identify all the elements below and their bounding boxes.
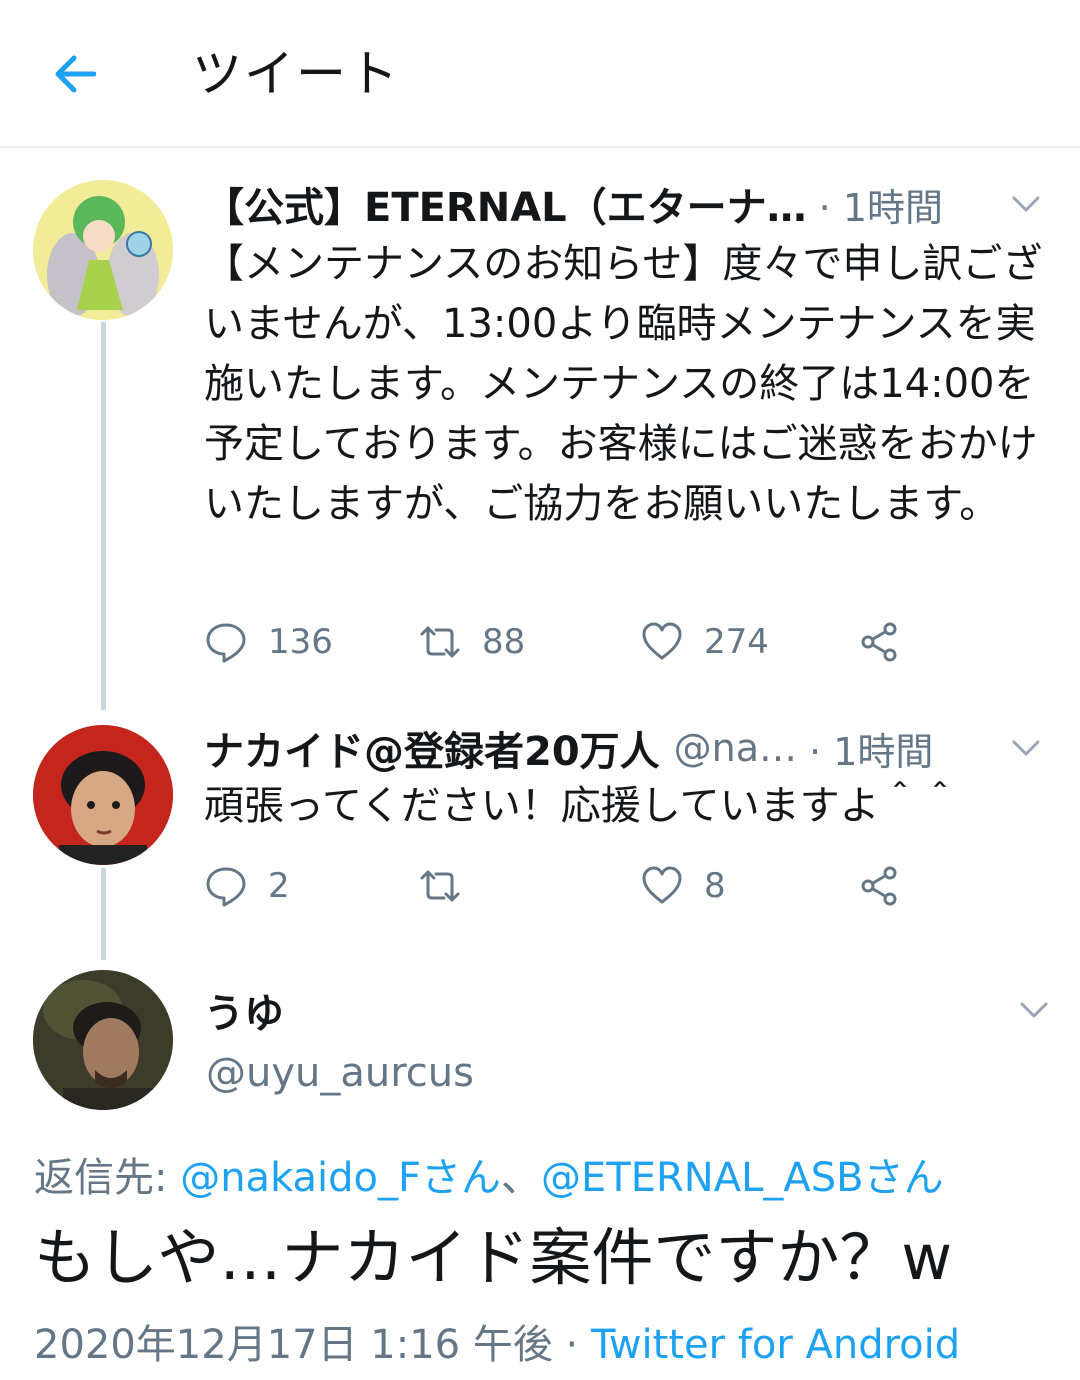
reply-to-prefix: 返信先: [34,1155,181,1201]
like-count: 274 [704,622,769,662]
tweet-text: もしや…ナカイド案件ですか？w [34,1221,953,1294]
tweet-header: うゆ [204,980,1064,1040]
reply-to-line: 返信先: @nakaido_Fさん、@ETERNAL_ASBさん [34,1145,944,1203]
fairy-avatar-image [33,180,173,320]
like-button[interactable]: 8 [640,856,726,916]
reply-icon [206,867,246,907]
avatar[interactable] [33,180,173,320]
person-avatar-image [33,725,173,865]
tweet-actions: 136 88 274 [204,612,964,672]
chevron-down-icon[interactable] [1008,186,1044,222]
user-handle[interactable]: @uyu_aurcus [206,1050,474,1096]
reply-to-user-link[interactable]: @nakaido_Fさん [180,1155,501,1201]
like-count: 8 [704,866,726,906]
tweet-header: ナカイド@登録者20万人 @na… · 1時間 [204,718,1064,778]
user-handle[interactable]: @na… [674,726,797,770]
chevron-down-icon[interactable] [1008,730,1044,766]
tweet-header: 【公式】ETERNAL（エターナ… · 1時間 [204,174,1064,234]
display-name[interactable]: 【公式】ETERNAL（エターナ… [204,175,807,233]
back-button[interactable] [46,44,102,104]
reply-button[interactable]: 2 [204,856,290,916]
tweet-metadata: 2020年12月17日 1:16 午後 · Twitter for Androi… [34,1312,960,1370]
arrow-left-icon [55,55,96,93]
chevron-down-icon[interactable] [1016,992,1052,1028]
share-button[interactable] [858,612,902,672]
tweet-text: 頑張ってください！応援していますよ＾＾ [204,783,960,829]
share-icon [861,622,897,662]
reply-icon [206,623,246,663]
reply-to-separator: 、 [501,1155,542,1201]
page-title: ツイート [192,45,400,103]
tweet-time[interactable]: · 1時間 [809,721,933,776]
avatar[interactable] [33,970,173,1110]
share-button[interactable] [858,856,902,916]
tweet-time[interactable]: · 1時間 [819,177,943,232]
reply-button[interactable]: 136 [204,612,333,672]
reply-to-user-link[interactable]: @ETERNAL_ASBさん [541,1155,944,1201]
avatar[interactable] [33,725,173,865]
heart-icon [642,622,682,660]
retweet-icon [420,870,460,902]
retweet-button[interactable]: 88 [418,612,525,672]
retweet-count: 88 [482,622,526,662]
retweet-icon [420,626,460,658]
reply-count: 2 [268,866,290,906]
thread-line [101,322,106,710]
tweet-text: 【メンテナンスのお知らせ】度々で申し訳ございませんが、13:00より臨時メンテナ… [204,241,1043,527]
game-character-avatar-image [33,970,173,1110]
display-name[interactable]: うゆ [204,981,284,1039]
retweet-button[interactable] [418,856,482,916]
heart-icon [642,866,682,904]
display-name[interactable]: ナカイド@登録者20万人 [204,719,660,777]
tweet-actions: 2 8 [204,856,964,916]
top-bar: ツイート [0,0,1080,148]
tweet-timestamp: 2020年12月17日 1:16 午後 · [34,1322,591,1368]
like-button[interactable]: 274 [640,612,769,672]
reply-count: 136 [268,622,333,662]
share-icon [861,866,897,906]
thread-line [101,868,106,960]
tweet-source-link[interactable]: Twitter for Android [591,1322,960,1368]
